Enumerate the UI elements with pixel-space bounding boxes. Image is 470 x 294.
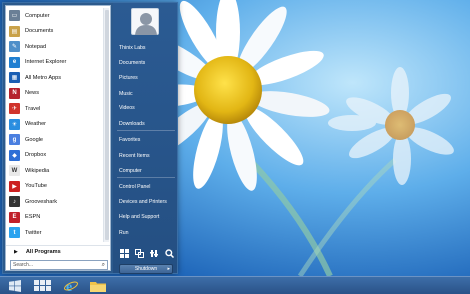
program-item[interactable]: ♪ Grooveshark bbox=[6, 194, 102, 210]
programs-pane: ▭ Computer ▤ Documents ✎ Notepad e Internet Exp… bbox=[5, 5, 111, 271]
place-link[interactable]: Videos bbox=[117, 101, 175, 114]
program-list-scrollbar[interactable] bbox=[103, 8, 109, 242]
svg-text:e: e bbox=[66, 280, 72, 293]
program-item[interactable]: ✈ Travel bbox=[6, 101, 102, 117]
place-link[interactable]: Pictures bbox=[117, 71, 175, 84]
program-item[interactable]: ◆ Dropbox bbox=[6, 148, 102, 164]
all-programs-button[interactable]: ▶ All Programs bbox=[6, 245, 110, 258]
internet-explorer-icon: e bbox=[9, 56, 20, 68]
program-item[interactable]: ▦ All Metro Apps bbox=[6, 70, 102, 86]
youtube-icon: ▶ bbox=[9, 180, 20, 192]
program-label: Twitter bbox=[25, 229, 42, 236]
chevron-right-icon[interactable]: ▸ bbox=[167, 266, 170, 272]
metro-apps-icon: ▦ bbox=[9, 72, 20, 84]
place-link[interactable]: Help and Support bbox=[117, 210, 175, 223]
place-link[interactable]: Recent Items bbox=[117, 149, 175, 162]
program-label: Weather bbox=[25, 121, 47, 128]
scrollbar-thumb[interactable] bbox=[105, 10, 109, 240]
place-link[interactable]: Run bbox=[117, 226, 175, 239]
place-link[interactable]: Computer bbox=[117, 164, 175, 177]
program-label: Computer bbox=[25, 12, 50, 19]
shutdown-button[interactable]: Shutdown ▸ bbox=[119, 264, 173, 274]
program-label: Dropbox bbox=[25, 152, 47, 159]
search-input[interactable]: Search... ⌕ bbox=[10, 260, 108, 270]
program-item[interactable]: ▶ YouTube bbox=[6, 179, 102, 195]
switch-apps-icon[interactable] bbox=[135, 248, 144, 258]
metro-start-icon[interactable] bbox=[120, 248, 129, 258]
program-item[interactable]: t Twitter bbox=[6, 225, 102, 241]
program-label: Grooveshark bbox=[25, 198, 58, 205]
news-icon: N bbox=[9, 87, 20, 99]
google-icon: g bbox=[9, 134, 20, 146]
place-link[interactable]: Music bbox=[117, 87, 175, 100]
place-link[interactable]: Downloads bbox=[117, 117, 175, 130]
twitter-icon: t bbox=[9, 227, 20, 239]
search-icon[interactable]: ⌕ bbox=[102, 262, 105, 269]
triangle-right-icon: ▶ bbox=[14, 249, 18, 255]
grooveshark-icon: ♪ bbox=[9, 196, 20, 208]
program-label: ESPN bbox=[25, 214, 41, 221]
place-link[interactable]: Thinix Labs bbox=[117, 41, 175, 54]
places-pane: Thinix Labs Documents Pictures Music Videos D… bbox=[113, 3, 177, 274]
all-programs-label: All Programs bbox=[25, 249, 61, 255]
taskbar-file-explorer[interactable] bbox=[88, 278, 108, 294]
shutdown-label: Shutdown bbox=[134, 266, 158, 272]
place-link[interactable]: Control Panel bbox=[117, 180, 175, 193]
start-button[interactable] bbox=[6, 278, 24, 294]
program-item[interactable]: ✎ Notepad bbox=[6, 39, 102, 55]
dropbox-icon: ◆ bbox=[9, 149, 20, 161]
settings-icon[interactable] bbox=[150, 249, 159, 258]
place-link[interactable]: Favorites bbox=[117, 133, 175, 146]
program-item[interactable]: e Internet Explorer bbox=[6, 55, 102, 71]
program-label: Google bbox=[25, 136, 44, 143]
program-label: Documents bbox=[25, 28, 54, 35]
internet-explorer-icon: e bbox=[64, 280, 78, 293]
computer-icon: ▭ bbox=[9, 10, 20, 22]
user-icon bbox=[135, 13, 157, 35]
separator bbox=[117, 130, 175, 131]
taskbar: e bbox=[0, 276, 470, 294]
search-placeholder: Search... bbox=[13, 262, 34, 268]
place-link[interactable]: Devices and Printers bbox=[117, 195, 175, 208]
program-list: ▭ Computer ▤ Documents ✎ Notepad e Internet Exp… bbox=[6, 8, 102, 241]
program-item[interactable]: N News bbox=[6, 86, 102, 102]
program-label: YouTube bbox=[25, 183, 47, 190]
separator bbox=[117, 177, 175, 178]
notepad-icon: ✎ bbox=[9, 41, 20, 53]
program-item[interactable]: ▭ Computer bbox=[6, 8, 102, 24]
program-item[interactable]: W Wikipedia bbox=[6, 163, 102, 179]
program-item[interactable]: E ESPN bbox=[6, 210, 102, 226]
start-icon bbox=[9, 280, 21, 292]
place-link[interactable]: Documents bbox=[117, 56, 175, 69]
search-charm-icon[interactable] bbox=[165, 248, 174, 258]
travel-icon: ✈ bbox=[9, 103, 20, 115]
metro-apps-icon bbox=[34, 280, 51, 291]
espn-icon: E bbox=[9, 211, 20, 223]
program-label: Travel bbox=[25, 105, 41, 112]
program-item[interactable]: g Google bbox=[6, 132, 102, 148]
program-label: News bbox=[25, 90, 39, 97]
user-avatar[interactable] bbox=[131, 8, 159, 35]
power-icon-row bbox=[117, 247, 177, 259]
start-menu: ▭ Computer ▤ Documents ✎ Notepad e Internet Exp… bbox=[2, 2, 178, 274]
program-label: Internet Explorer bbox=[25, 59, 67, 66]
weather-icon: ☀ bbox=[9, 118, 20, 130]
program-item[interactable]: ☀ Weather bbox=[6, 117, 102, 133]
program-label: All Metro Apps bbox=[25, 74, 62, 81]
taskbar-internet-explorer[interactable]: e bbox=[62, 278, 80, 294]
taskbar-metro-apps[interactable] bbox=[32, 278, 54, 294]
program-label: Notepad bbox=[25, 43, 47, 50]
documents-icon: ▤ bbox=[9, 25, 20, 37]
program-label: Wikipedia bbox=[25, 167, 50, 174]
file-explorer-icon bbox=[90, 282, 106, 292]
wikipedia-icon: W bbox=[9, 165, 20, 177]
program-item[interactable]: ▤ Documents bbox=[6, 24, 102, 40]
